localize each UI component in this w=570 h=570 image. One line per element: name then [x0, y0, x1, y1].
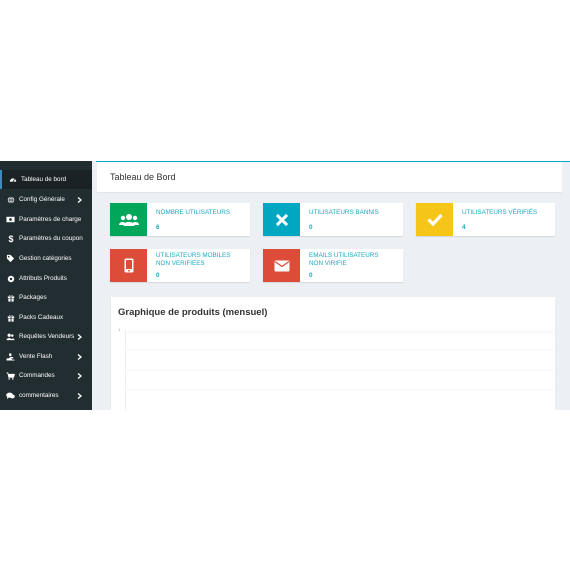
check-icon — [416, 203, 453, 236]
sidebar-item-vente-flash[interactable]: Vente Flash — [0, 347, 92, 366]
stat-value: 0 — [309, 272, 313, 279]
stat-label: NOMBRE UTILISATEURS — [156, 209, 231, 216]
stat-value: 4 — [462, 224, 466, 231]
stat-value: 6 — [156, 224, 160, 231]
sidebar-item-commandes[interactable]: Commandes — [0, 366, 92, 385]
chart-title: Graphique de produits (mensuel) — [118, 307, 268, 318]
times-icon — [263, 203, 300, 236]
stat-label: EMAILS UTILISATEURS NON VIRIFIE — [309, 252, 379, 268]
admin-frame: Tableau de bord Config Générale Paramètr… — [0, 161, 570, 410]
sidebar-item-label: Packages — [19, 294, 47, 301]
sidebar-item-packs-cadeaux[interactable]: Packs Cadeaux — [0, 308, 92, 327]
sidebar-item-attributs-produits[interactable]: Attributs Produits — [0, 269, 92, 288]
chevron-right-icon — [75, 352, 84, 361]
sidebar-item-label: Tableau de bord — [21, 176, 67, 183]
gift-icon — [6, 293, 15, 302]
sidebar-item-label: commentaires — [19, 392, 59, 399]
sidebar-item-packages[interactable]: Packages — [0, 288, 92, 307]
stat-label: UTILISATEURS BANNIS — [309, 209, 379, 216]
chart-plot-area — [125, 330, 553, 410]
sidebar-item-label: Attributs Produits — [19, 275, 67, 282]
sidebar-item-label: Paramètres de charge — [19, 216, 82, 223]
stat-label-line-2: NON VERIFIEES — [156, 260, 205, 267]
stat-box-unverified-emails[interactable]: EMAILS UTILISATEURS NON VIRIFIE 0 — [263, 249, 403, 282]
sidebar-item-label: Gestion catégories — [19, 255, 72, 262]
sidebar-item-label: Packs Cadeaux — [19, 314, 64, 321]
stat-box-verified[interactable]: UTILISATEURS VÉRIFIÉS 4 — [416, 203, 555, 236]
stat-box-users[interactable]: NOMBRE UTILISATEURS 6 — [110, 203, 250, 236]
sidebar-item-parametres-coupon[interactable]: $ Paramètres du coupon — [0, 229, 92, 248]
stat-box-banned[interactable]: UTILISATEURS BANNIS 0 — [263, 203, 403, 236]
comments-icon — [6, 391, 15, 400]
sidebar-item-commentaires[interactable]: commentaires — [0, 386, 92, 405]
sidebar-item-label: Paramètres du coupon — [19, 235, 83, 242]
envelope-icon — [263, 249, 300, 282]
chevron-right-icon — [75, 371, 84, 380]
sidebar-item-label: Config Générale — [19, 196, 65, 203]
chevron-right-icon — [75, 332, 84, 341]
chevron-right-icon — [75, 195, 84, 204]
sidebar: Tableau de bord Config Générale Paramètr… — [0, 161, 94, 410]
page-title: Tableau de Bord — [110, 172, 176, 182]
stat-label-line-2: NON VIRIFIE — [309, 260, 347, 267]
globe-icon — [6, 195, 15, 204]
sidebar-item-parametres-charge[interactable]: Paramètres de charge — [0, 210, 92, 229]
hand-icon — [6, 352, 15, 361]
users-icon — [110, 203, 147, 236]
chart-panel: Graphique de produits (mensuel) 1 — [111, 297, 555, 410]
tags-icon — [6, 254, 15, 263]
sidebar-item-label: Vente Flash — [19, 353, 53, 360]
sidebar-item-label: Requêtes Vendeurs — [19, 333, 75, 340]
stat-value: 0 — [156, 272, 160, 279]
sidebar-item-gestion-categories[interactable]: Gestion catégories — [0, 249, 92, 268]
sidebar-item-requetes-vendeurs[interactable]: Requêtes Vendeurs — [0, 327, 92, 346]
stat-label-line-1: UTILISATEURS MOBILES — [156, 252, 231, 259]
dashboard-icon — [8, 175, 17, 184]
cart-icon — [6, 371, 15, 380]
stat-value: 0 — [309, 224, 313, 231]
money-icon — [6, 215, 15, 224]
gift-icon — [6, 313, 15, 322]
svg-text:$: $ — [8, 234, 13, 243]
dollar-icon: $ — [6, 234, 15, 243]
mobile-icon — [110, 249, 147, 282]
sidebar-item-dashboard[interactable]: Tableau de bord — [0, 170, 94, 189]
stat-box-unverified-mobile[interactable]: UTILISATEURS MOBILES NON VERIFIEES 0 — [110, 249, 250, 282]
main-content: Tableau de Bord NOMBRE UTILISATEURS 6 UT… — [92, 161, 570, 410]
chevron-right-icon — [75, 391, 84, 400]
stat-label: UTILISATEURS MOBILES NON VERIFIEES — [156, 252, 230, 268]
circle-icon — [6, 274, 15, 283]
chart-y-tick-label: 1 — [118, 327, 121, 332]
content-header: Tableau de Bord — [97, 162, 562, 193]
sidebar-item-config-generale[interactable]: Config Générale — [0, 190, 92, 209]
stat-label-line-1: EMAILS UTILISATEURS — [309, 252, 379, 259]
sidebar-item-label: Commandes — [19, 372, 55, 379]
users-icon — [6, 332, 15, 341]
stat-label: UTILISATEURS VÉRIFIÉS — [462, 209, 538, 216]
